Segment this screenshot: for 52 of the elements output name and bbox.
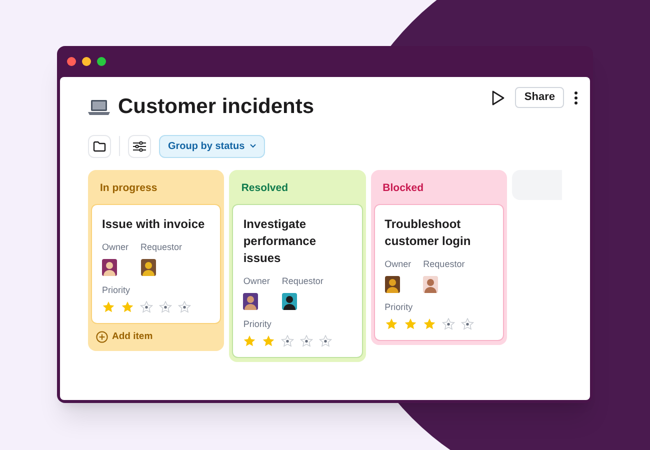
owner-label: Owner xyxy=(102,241,129,254)
priority-label: Priority xyxy=(243,318,272,331)
laptop-icon xyxy=(88,98,110,115)
avatar-silhouette xyxy=(140,258,156,276)
filter-button[interactable] xyxy=(128,134,151,158)
card-title: Issue with invoice xyxy=(102,216,206,234)
add-item-button[interactable]: Add item xyxy=(91,324,158,346)
star-icon xyxy=(102,301,115,314)
owner-label: Owner xyxy=(243,275,270,288)
incident-card[interactable]: Investigate performance issues Owner Requestor Priority xyxy=(232,204,363,358)
sliders-icon xyxy=(133,140,146,152)
owner-label: Owner xyxy=(384,258,412,272)
star-icon xyxy=(422,318,436,330)
card-title: Troubleshoot customer login xyxy=(384,216,472,250)
star-icon xyxy=(121,301,134,314)
star-icon xyxy=(384,318,398,330)
requestor-label: Requestor xyxy=(282,275,324,288)
star-icon xyxy=(460,318,474,330)
incident-card[interactable]: Troubleshoot customer login Owner Requestor Priority xyxy=(374,204,504,342)
folder-button[interactable] xyxy=(88,134,111,158)
star-icon xyxy=(140,301,153,314)
star-icon xyxy=(159,301,172,314)
share-button[interactable]: Share xyxy=(515,87,564,108)
requestor-label: Requestor xyxy=(140,241,182,254)
group-by-dropdown[interactable]: Group by status xyxy=(159,134,265,158)
folder-icon xyxy=(93,140,106,152)
priority-label: Priority xyxy=(384,300,414,314)
star-icon xyxy=(404,318,417,330)
page-title: Customer incidents xyxy=(118,94,314,120)
star-icon xyxy=(178,301,191,314)
chevron-down-icon xyxy=(250,144,256,148)
requestor-label: Requestor xyxy=(423,258,465,272)
star-icon xyxy=(281,335,294,348)
star-icon xyxy=(243,335,256,348)
star-icon xyxy=(319,335,332,348)
star-icon xyxy=(442,318,455,330)
priority-label: Priority xyxy=(102,284,132,297)
more-icon[interactable] xyxy=(574,90,578,104)
avatar-silhouette xyxy=(282,292,297,310)
avatar-silhouette xyxy=(243,292,258,310)
column-title: In progress xyxy=(99,180,158,196)
avatar-silhouette xyxy=(423,276,438,293)
star-icon xyxy=(300,335,314,348)
star-icon xyxy=(262,335,276,348)
plus-circle-icon xyxy=(96,331,108,344)
card-title: Investigate performance issues xyxy=(243,216,318,268)
column-title: Resolved xyxy=(240,180,290,196)
avatar-silhouette xyxy=(384,276,400,293)
avatar-silhouette xyxy=(102,258,117,276)
column-title: Blocked xyxy=(382,180,425,196)
incident-card[interactable]: Issue with invoice Owner Requestor Priority xyxy=(91,204,222,324)
play-icon[interactable] xyxy=(491,90,506,106)
